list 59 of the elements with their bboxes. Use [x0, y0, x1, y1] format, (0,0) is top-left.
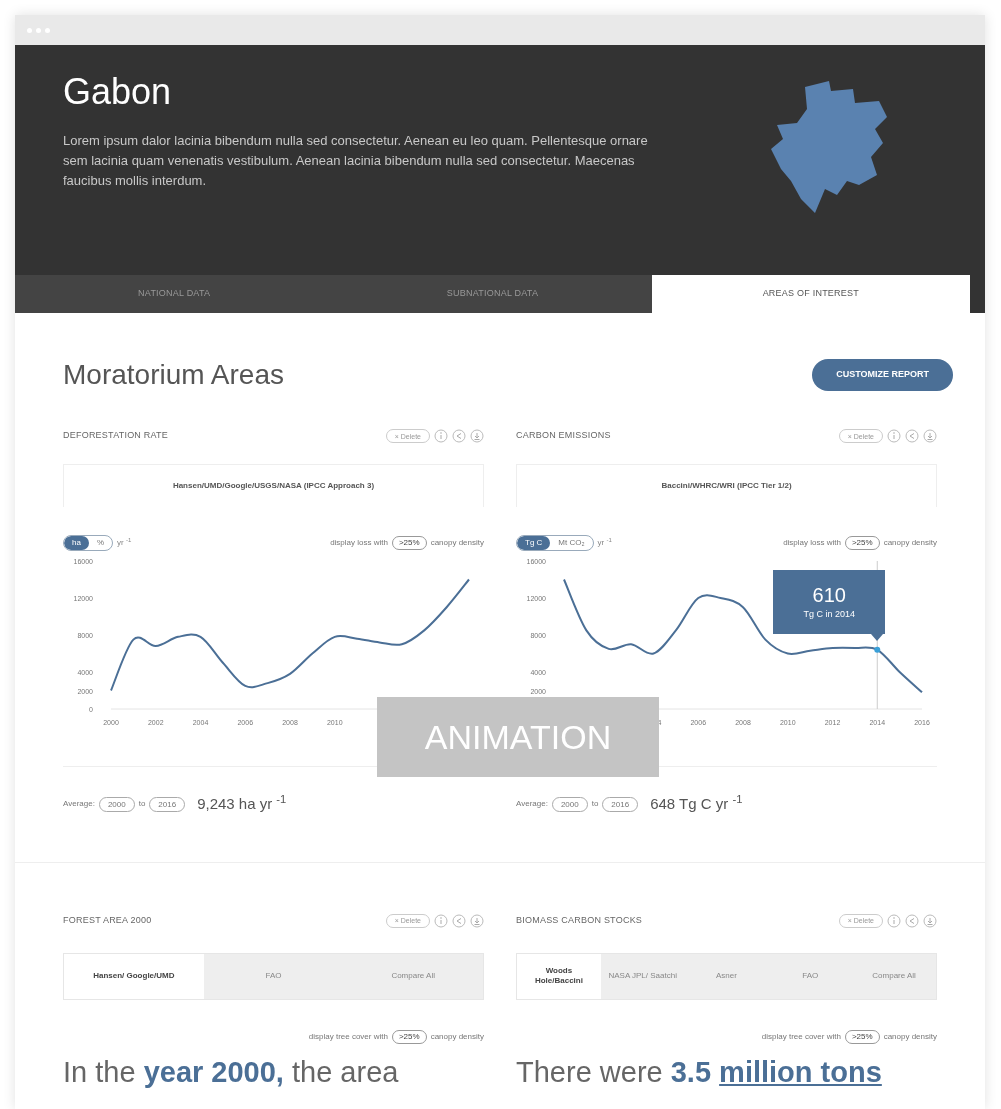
- density-label: canopy density: [430, 537, 484, 549]
- tooltip-value: 610: [812, 582, 846, 608]
- country-title: Gabon: [63, 70, 173, 114]
- section-tab[interactable]: SUBNATIONAL DATA: [333, 275, 652, 313]
- share-icon[interactable]: [452, 429, 466, 443]
- source-label: Baccini/WHRC/WRI (IPCC Tier 1/2): [516, 464, 937, 507]
- data-point: [874, 646, 881, 653]
- density-label: display loss with: [330, 537, 388, 549]
- share-icon[interactable]: [452, 913, 466, 928]
- density-label: display tree cover with: [761, 1030, 841, 1043]
- info-icon[interactable]: [434, 429, 448, 443]
- source-tab[interactable]: Woods Hole/Baccini: [517, 953, 601, 999]
- density-label: canopy density: [883, 537, 937, 549]
- unit-option[interactable]: Tg C: [517, 536, 551, 550]
- density-label: canopy density: [883, 1030, 937, 1043]
- download-icon[interactable]: [923, 429, 937, 443]
- panel-title: FOREST AREA 2000: [63, 913, 152, 927]
- info-icon[interactable]: [887, 429, 901, 443]
- source-tab[interactable]: Compare All: [852, 953, 936, 999]
- tooltip-caption: Tg C in 2014: [803, 607, 855, 621]
- statement-text: In the year 2000, the area: [63, 1054, 400, 1090]
- share-icon[interactable]: [905, 429, 919, 443]
- unit-option[interactable]: ha: [64, 536, 89, 550]
- section-tab[interactable]: NATIONAL DATA: [15, 275, 334, 313]
- average-label: Average:: [63, 798, 95, 811]
- source-tab[interactable]: FAO: [768, 953, 853, 999]
- info-icon[interactable]: [887, 913, 901, 928]
- average-value: 9,243 ha yr $^{-1}$: [197, 793, 287, 814]
- average-label: Average:: [516, 798, 548, 811]
- density-label: canopy density: [430, 1030, 484, 1043]
- share-icon[interactable]: [905, 913, 919, 928]
- statement-text: There were 3.5 million tons: [516, 1054, 883, 1090]
- average-label: to: [591, 798, 599, 811]
- section-title: Moratorium Areas: [63, 358, 284, 392]
- source-tab[interactable]: Compare All: [343, 953, 483, 999]
- section-tab[interactable]: AREAS OF INTEREST: [651, 275, 970, 313]
- source-tab[interactable]: FAO: [203, 953, 344, 999]
- unit-option[interactable]: Mt CO₂: [550, 536, 593, 550]
- info-icon[interactable]: [434, 913, 448, 928]
- average-label: to: [138, 798, 146, 811]
- download-icon[interactable]: [923, 913, 937, 928]
- density-label: display loss with: [783, 537, 841, 549]
- source-tab[interactable]: NASA JPL/ Saatchi: [600, 953, 685, 999]
- unit-suffix: yr $^{-1}$: [597, 537, 612, 549]
- source-tab[interactable]: Asner: [684, 953, 769, 999]
- download-icon[interactable]: [470, 913, 484, 928]
- overlay-label: ANIMATION: [377, 697, 659, 777]
- unit-suffix: yr $^{-1}$: [117, 537, 132, 549]
- panel-title: DEFORESTATION RATE: [63, 429, 169, 443]
- panel-title: CARBON EMISSIONS: [516, 429, 611, 443]
- average-value: 648 Tg C yr $^{-1}$: [650, 793, 743, 814]
- country-description: Lorem ipsum dalor lacinia bibendum nulla sed consectetur. Aenean eu leo quam. Pellentesque ornare sem lacinia quam venenatis vestibulum. Aenean lacinia bibendum nulla sed consectetur. Maecenas faucibus mollis interdum.: [63, 132, 649, 190]
- customize-report-button[interactable]: CUSTOMIZE REPORT: [812, 359, 953, 391]
- source-label: Hansen/UMD/Google/USGS/NASA (IPCC Approach 3): [63, 464, 484, 507]
- density-label: display tree cover with: [308, 1030, 388, 1043]
- panel-title: BIOMASS CARBON STOCKS: [516, 913, 643, 927]
- download-icon[interactable]: [470, 429, 484, 443]
- unit-option[interactable]: %: [88, 536, 113, 550]
- source-tab[interactable]: Hansen/ Google/UMD: [64, 953, 204, 999]
